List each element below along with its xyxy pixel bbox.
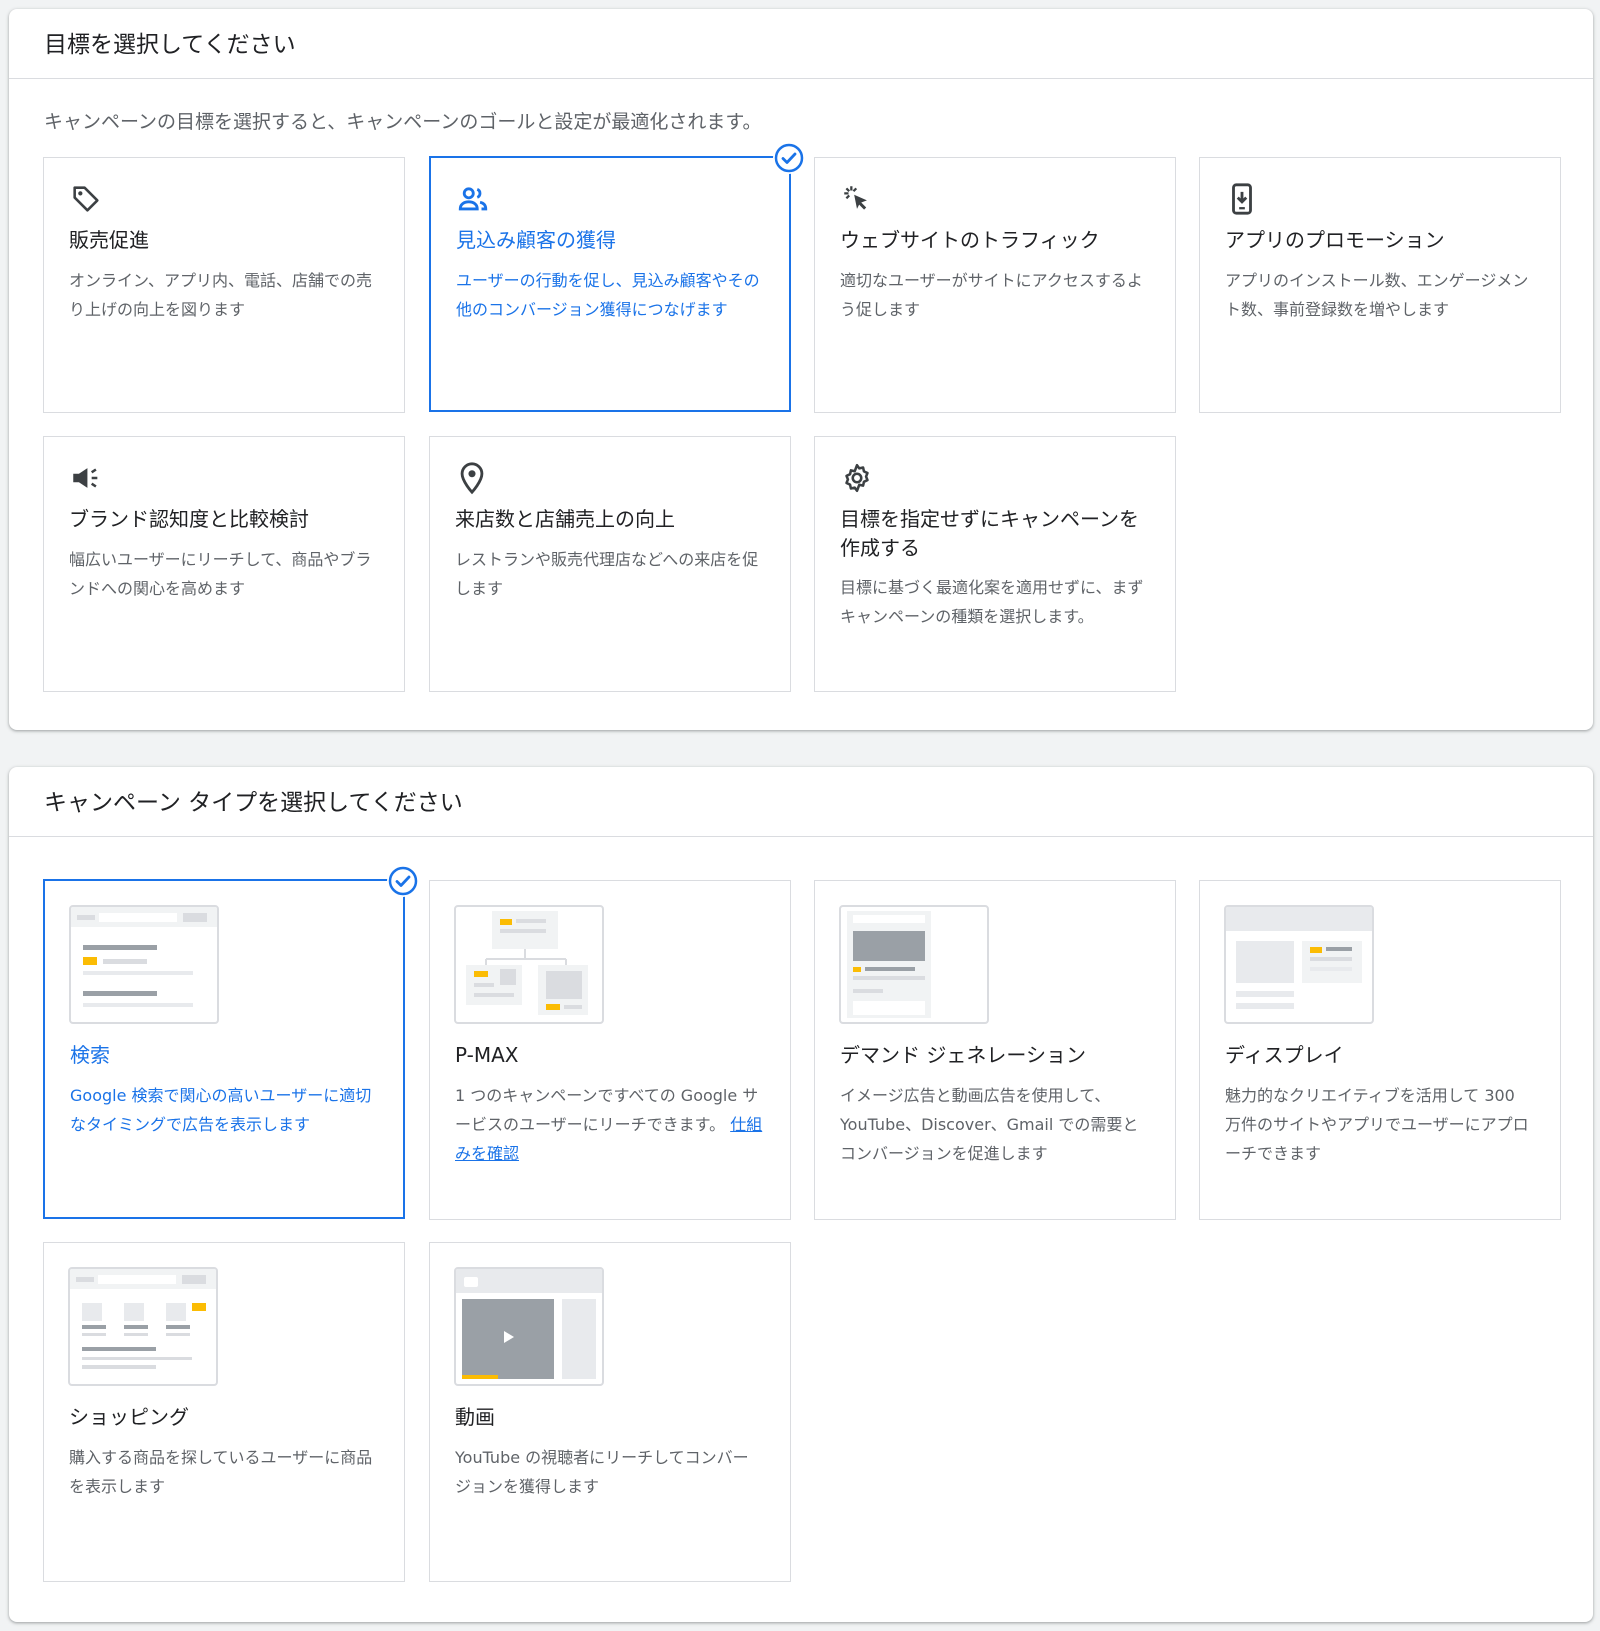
goal-card-title: 目標を指定せずにキャンペーンを作成する	[840, 507, 1139, 560]
goal-card-app[interactable]: アプリのプロモーション アプリのインストール数、エンゲージメント数、事前登録数を…	[1199, 157, 1561, 413]
megaphone-icon	[73, 468, 98, 488]
display-illustration	[1224, 905, 1374, 1024]
goal-card-description: アプリのインストール数、エンゲージメント数、事前登録数を増やします	[1225, 271, 1529, 319]
goal-card-brand[interactable]: ブランド認知度と比較検討 幅広いユーザーにリーチして、商品やブランドへの関心を高…	[43, 436, 405, 692]
goal-card-description: 適切なユーザーがサイトにアクセスするよう促します	[840, 271, 1143, 319]
goal-card-description: オンライン、アプリ内、電話、店舗での売り上げの向上を図ります	[69, 271, 373, 319]
type-card-title: デマンド ジェネレーション	[840, 1043, 1086, 1067]
goal-panel: 目標を選択してください キャンペーンの目標を選択すると、キャンペーンのゴールと設…	[9, 9, 1593, 730]
goal-card-title: 来店数と店舗売上の向上	[455, 507, 675, 531]
type-card-search[interactable]: 検索 Google 検索で関心の高いユーザーに適切なタイミングで広告を表示します	[43, 865, 419, 1219]
location-pin-icon	[460, 462, 484, 495]
check-circle-icon	[387, 865, 419, 897]
type-card-title: 動画	[455, 1405, 495, 1429]
type-card-description-text: 1 つのキャンペーンですべての Google サービスのユーザーにリーチできます…	[455, 1086, 759, 1134]
type-card-demand-gen[interactable]: デマンド ジェネレーション イメージ広告と動画広告を使用して、YouTube、D…	[814, 880, 1176, 1220]
goal-card-leads[interactable]: 見込み顧客の獲得 ユーザーの行動を促し、見込み顧客やその他のコンバージョン獲得に…	[429, 142, 805, 412]
goal-card-store-visits[interactable]: 来店数と店舗売上の向上 レストランや販売代理店などへの来店を促します	[429, 436, 791, 692]
type-card-title: P-MAX	[455, 1043, 519, 1067]
people-icon	[458, 187, 488, 211]
type-card-shopping[interactable]: ショッピング 購入する商品を探しているユーザーに商品を表示します	[43, 1242, 405, 1582]
gear-icon	[845, 463, 869, 493]
goal-card-description: レストランや販売代理店などへの来店を促します	[455, 550, 759, 598]
type-card-title: ショッピング	[69, 1405, 189, 1429]
type-card-description: 購入する商品を探しているユーザーに商品を表示します	[69, 1448, 373, 1496]
goal-card-description: 幅広いユーザーにリーチして、商品やブランドへの関心を高めます	[69, 550, 372, 598]
goal-card-no-goal[interactable]: 目標を指定せずにキャンペーンを作成する 目標に基づく最適化案を適用せずに、まずキ…	[814, 436, 1176, 692]
goal-panel-heading: 目標を選択してください	[9, 9, 1593, 79]
type-card-display[interactable]: ディスプレイ 魅力的なクリエイティブを活用して 300 万件のサイトやアプリでユ…	[1199, 880, 1561, 1220]
goal-card-sales[interactable]: 販売促進 オンライン、アプリ内、電話、店舗での売り上げの向上を図ります	[43, 157, 405, 413]
demand-gen-illustration	[839, 905, 989, 1024]
goal-card-description: 目標に基づく最適化案を適用せずに、まずキャンペーンの種類を選択します。	[840, 578, 1144, 626]
goal-card-description: ユーザーの行動を促し、見込み顧客やその他のコンバージョン獲得につなげます	[456, 271, 760, 319]
type-card-description: Google 検索で関心の高いユーザーに適切なタイミングで広告を表示します	[70, 1086, 372, 1134]
goal-card-traffic[interactable]: ウェブサイトのトラフィック 適切なユーザーがサイトにアクセスするよう促します	[814, 157, 1176, 413]
type-card-title: 検索	[70, 1043, 110, 1067]
type-card-title: ディスプレイ	[1225, 1043, 1344, 1067]
tag-icon	[73, 186, 99, 212]
goal-card-title: アプリのプロモーション	[1225, 228, 1445, 252]
check-circle-icon	[773, 142, 805, 174]
type-card-video[interactable]: 動画 YouTube の視聴者にリーチしてコンバージョンを獲得します	[429, 1242, 791, 1582]
goal-card-title: ウェブサイトのトラフィック	[840, 228, 1100, 252]
type-card-description: 魅力的なクリエイティブを活用して 300 万件のサイトやアプリでユーザーにアプロ…	[1225, 1086, 1529, 1163]
campaign-type-panel: キャンペーン タイプを選択してください 検索 Google 検索で関心の高いユー…	[9, 767, 1593, 1622]
search-illustration	[69, 905, 219, 1024]
type-card-pmax[interactable]: P-MAX 1 つのキャンペーンですべての Google サービスのユーザーにリ…	[429, 880, 791, 1220]
goal-panel-description: キャンペーンの目標を選択すると、キャンペーンのゴールと設定が最適化されます。	[44, 111, 762, 133]
pmax-illustration	[454, 905, 604, 1024]
phone-download-icon	[1232, 183, 1252, 215]
goal-card-title: ブランド認知度と比較検討	[69, 507, 309, 531]
goal-card-title: 販売促進	[69, 228, 149, 252]
campaign-type-panel-heading: キャンペーン タイプを選択してください	[9, 767, 1593, 837]
type-card-description: YouTube の視聴者にリーチしてコンバージョンを獲得します	[455, 1448, 749, 1496]
shopping-illustration	[68, 1267, 218, 1386]
type-card-description: 1 つのキャンペーンですべての Google サービスのユーザーにリーチできます…	[455, 1081, 764, 1168]
type-card-description: イメージ広告と動画広告を使用して、YouTube、Discover、Gmail …	[840, 1086, 1139, 1163]
video-illustration	[454, 1267, 604, 1386]
cursor-click-icon	[844, 186, 867, 210]
goal-card-title: 見込み顧客の獲得	[456, 228, 616, 252]
